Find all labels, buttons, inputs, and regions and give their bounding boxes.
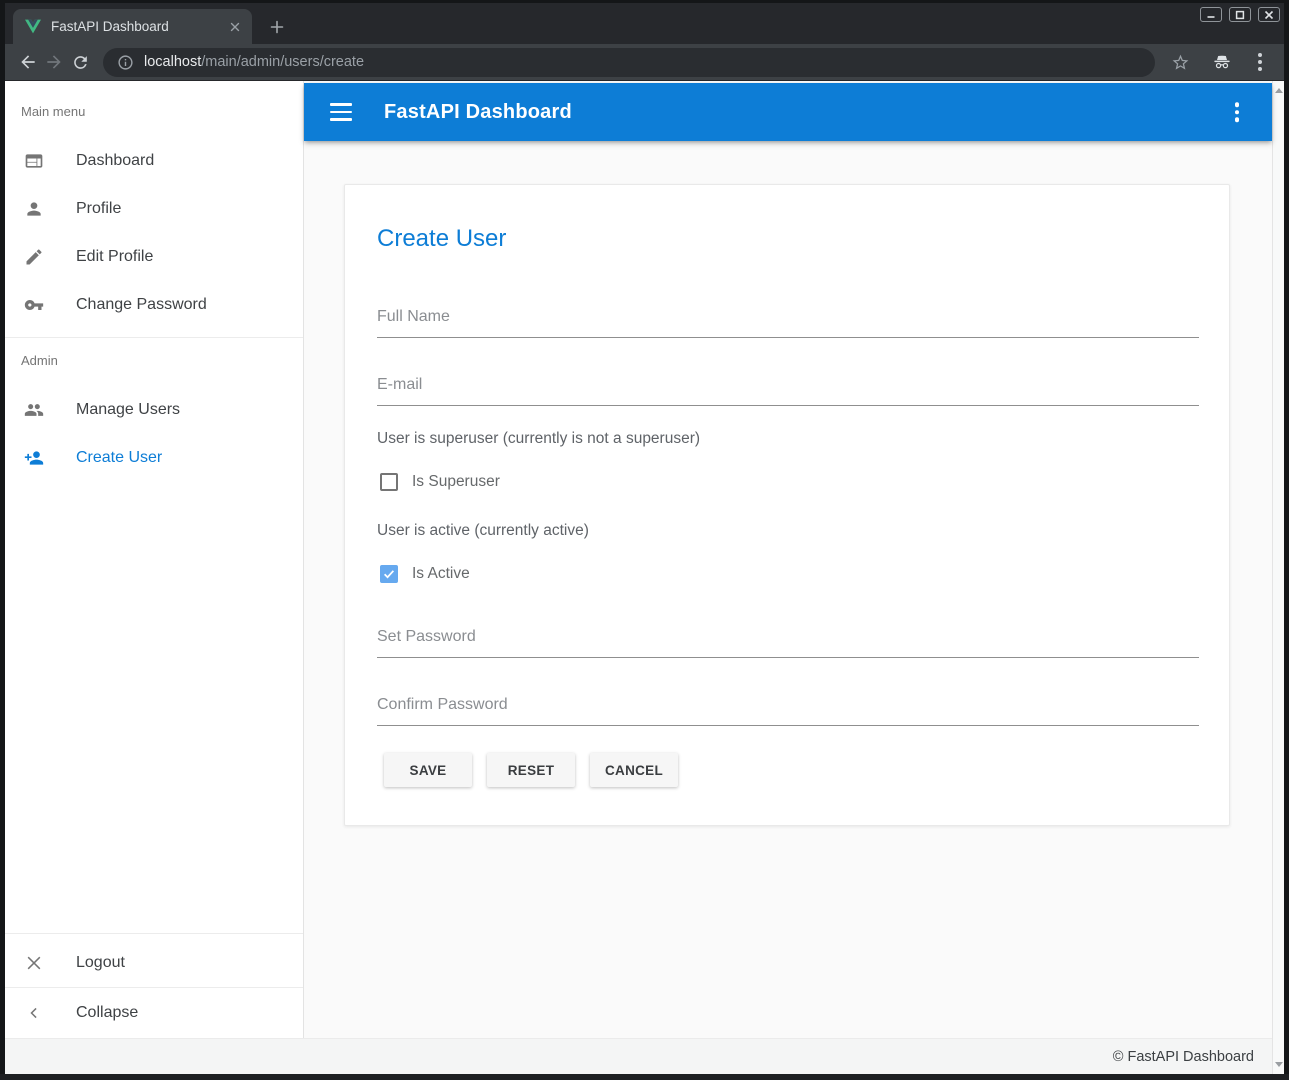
confirm-password-field-wrap [377,690,1199,726]
incognito-icon [1209,49,1235,75]
window-border-left [0,0,5,1080]
browser-menu-icon[interactable] [1251,51,1269,73]
sidebar-item-label: Logout [76,954,125,972]
browser-titlebar: FastAPI Dashboard [0,0,1289,44]
sidebar-item-dashboard[interactable]: Dashboard [5,137,303,185]
page-footer: © FastAPI Dashboard [5,1038,1272,1074]
window-border-top [0,0,1289,3]
sidebar-item-profile[interactable]: Profile [5,185,303,233]
url-path: /main/admin/users/create [201,54,364,70]
window-controls [1200,7,1280,22]
sidebar-divider [5,337,303,338]
main-content: FastAPI Dashboard Create User User is su… [304,81,1272,1038]
people-icon [24,400,44,420]
person-icon [24,199,44,219]
reset-button[interactable]: RESET [487,753,575,787]
app-toolbar: FastAPI Dashboard [304,83,1272,141]
url-host: localhost [144,54,201,70]
app-title: FastAPI Dashboard [384,101,572,124]
copyright-text: © FastAPI Dashboard [1113,1049,1254,1065]
sidebar-item-label: Manage Users [76,401,180,419]
sidebar-item-create-user[interactable]: Create User [5,434,303,482]
scroll-down-arrow-icon[interactable] [1275,1062,1283,1067]
back-icon[interactable] [15,49,41,75]
tab-title: FastAPI Dashboard [51,19,226,34]
full-name-field-wrap [377,302,1199,338]
dashboard-icon [24,151,44,171]
window-close-button[interactable] [1258,7,1280,22]
sidebar-item-manage-users[interactable]: Manage Users [5,386,303,434]
sidebar-section-main-menu: Main menu [21,104,85,119]
sidebar-item-label: Profile [76,200,121,218]
is-superuser-label: Is Superuser [412,473,500,491]
is-superuser-checkbox[interactable] [380,473,398,491]
edit-pencil-icon [24,247,44,267]
cancel-button[interactable]: CANCEL [590,753,678,787]
site-info-icon[interactable] [117,54,134,71]
superuser-note: User is superuser (currently is not a su… [377,430,700,448]
window-border-bottom [0,1074,1289,1080]
is-active-label: Is Active [412,565,470,583]
sidebar-item-edit-profile[interactable]: Edit Profile [5,233,303,281]
email-input[interactable] [377,370,1199,406]
form-buttons: SAVE RESET CANCEL [384,753,678,787]
new-tab-button[interactable] [263,13,291,41]
window-maximize-button[interactable] [1229,7,1251,22]
is-active-checkbox-row[interactable]: Is Active [380,564,470,584]
toolbar-right [1167,49,1269,75]
bookmark-star-icon[interactable] [1167,49,1193,75]
email-field-wrap [377,370,1199,406]
browser-toolbar: localhost/main/admin/users/create [0,44,1289,81]
sidebar-item-change-password[interactable]: Change Password [5,281,303,329]
set-password-input[interactable] [377,622,1199,658]
window-border-right [1284,0,1289,1080]
vue-logo-icon [25,19,41,34]
address-bar[interactable]: localhost/main/admin/users/create [103,48,1155,77]
chevron-left-icon [24,1003,44,1023]
set-password-field-wrap [377,622,1199,658]
page-scrollbar[interactable] [1272,81,1284,1074]
forward-icon[interactable] [41,49,67,75]
sidebar: Main menu Dashboard Profile Edit Profile… [5,81,304,1038]
sidebar-item-label: Change Password [76,296,207,314]
sidebar-item-collapse[interactable]: Collapse [5,989,303,1037]
scroll-up-arrow-icon[interactable] [1275,88,1283,93]
browser-tab[interactable]: FastAPI Dashboard [13,9,252,44]
page-title: Create User [377,225,506,253]
active-note: User is active (currently active) [377,522,589,540]
sidebar-item-label: Collapse [76,1004,138,1022]
create-user-card: Create User User is superuser (currently… [344,184,1230,826]
sidebar-divider [5,987,303,988]
sidebar-item-label: Dashboard [76,152,154,170]
window-minimize-button[interactable] [1200,7,1222,22]
sidebar-item-logout[interactable]: Logout [5,939,303,987]
sidebar-item-label: Edit Profile [76,248,153,266]
hamburger-menu-icon[interactable] [330,103,352,121]
is-superuser-checkbox-row[interactable]: Is Superuser [380,472,500,492]
save-button[interactable]: SAVE [384,753,472,787]
sidebar-item-label: Create User [76,449,162,467]
url-text: localhost/main/admin/users/create [144,54,364,70]
tab-close-icon[interactable] [226,18,244,36]
close-x-icon [24,953,44,973]
sidebar-divider [5,933,303,934]
browser-window: FastAPI Dashboard [0,0,1289,1080]
app-menu-icon[interactable] [1235,102,1240,122]
full-name-input[interactable] [377,302,1199,338]
key-icon [24,295,44,315]
sidebar-section-admin: Admin [21,353,58,368]
confirm-password-input[interactable] [377,690,1199,726]
reload-icon[interactable] [67,49,93,75]
is-active-checkbox[interactable] [380,565,398,583]
person-add-icon [24,448,44,468]
